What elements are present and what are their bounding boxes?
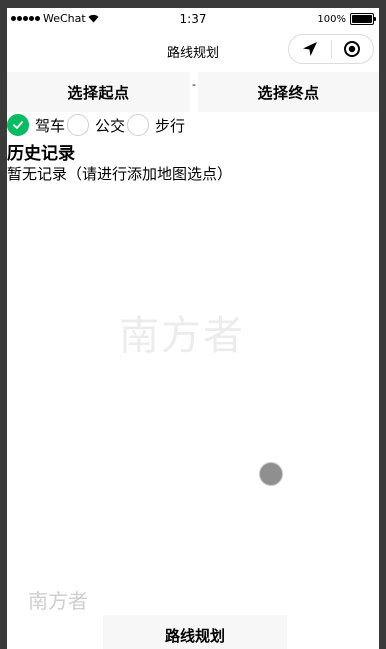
mode-drive-label: 驾车 (35, 116, 66, 135)
floating-assist-button[interactable] (260, 463, 282, 485)
close-target-button[interactable] (331, 35, 373, 63)
travel-mode-group: 驾车 公交 步行 (7, 113, 187, 137)
status-right: 100% (317, 13, 376, 25)
location-arrow-button[interactable] (289, 35, 331, 63)
battery-percent: 100% (317, 13, 346, 25)
radio-unchecked-icon[interactable] (127, 114, 150, 136)
mode-walk-label: 步行 (155, 116, 186, 135)
mode-walk[interactable]: 步行 (127, 114, 187, 136)
location-arrow-icon (302, 42, 317, 56)
mode-transit[interactable]: 公交 (67, 114, 127, 136)
menu-capsule (288, 34, 374, 64)
select-start-button[interactable]: 选择起点 (7, 72, 190, 112)
phone-screen: WeChat 1:37 100% 路线规划 选择起点 - 选择终点 驾车 公交 … (7, 8, 379, 649)
radio-checked-icon[interactable] (7, 114, 29, 136)
watermark-center: 南方者 (119, 313, 245, 359)
battery-icon (350, 13, 376, 25)
mode-transit-label: 公交 (95, 116, 126, 135)
select-end-button[interactable]: 选择终点 (198, 72, 379, 112)
mode-drive[interactable]: 驾车 (7, 114, 67, 136)
history-empty-text: 暂无记录（请进行添加地图选点） (7, 165, 233, 183)
history-heading: 历史记录 (7, 144, 75, 164)
point-selector-row: 选择起点 - 选择终点 (7, 72, 379, 112)
route-plan-button[interactable]: 路线规划 (103, 615, 287, 649)
navigation-bar: 路线规划 (7, 30, 379, 70)
target-icon (344, 41, 361, 57)
point-separator: - (192, 78, 196, 91)
watermark-bottom: 南方者 (28, 589, 88, 613)
status-bar: WeChat 1:37 100% (7, 8, 379, 30)
radio-unchecked-icon[interactable] (67, 114, 90, 136)
